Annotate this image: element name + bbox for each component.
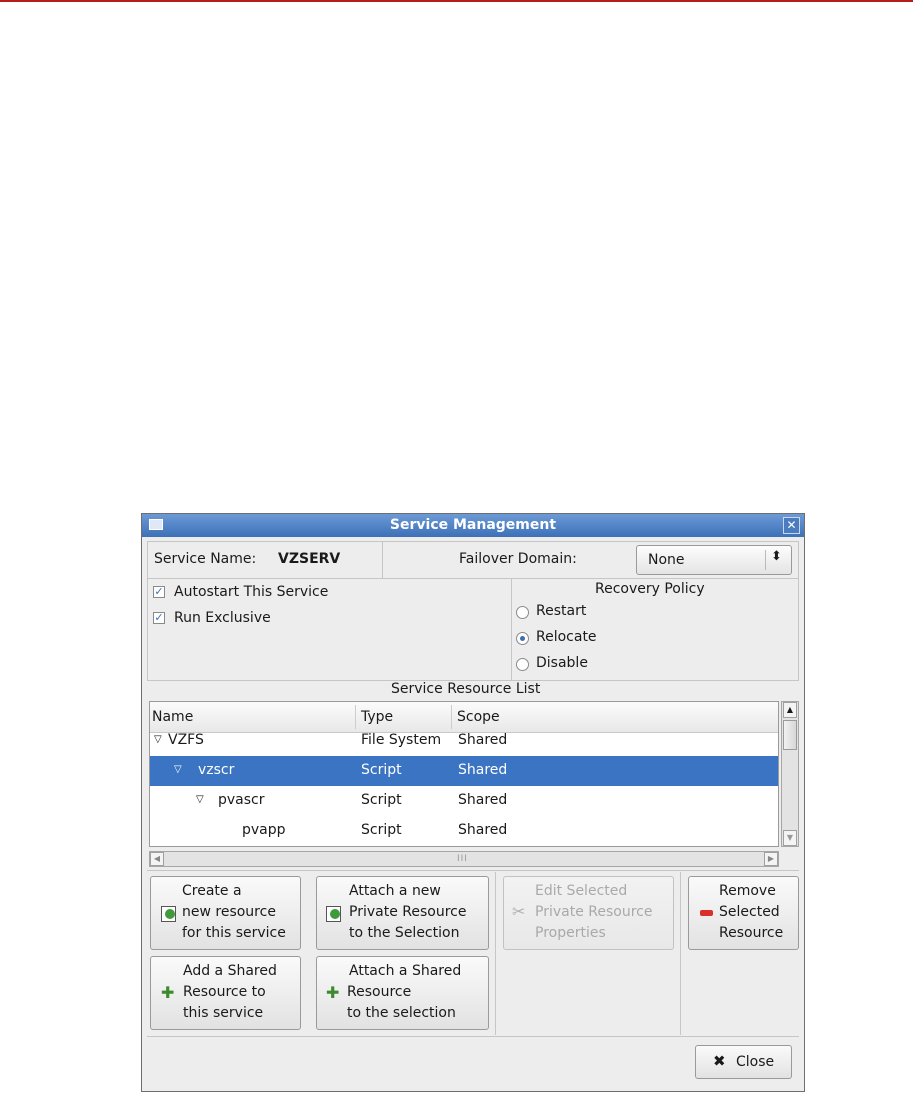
expander-down-icon[interactable]: ▽ [196, 794, 204, 805]
resource-list-title: Service Resource List [391, 681, 541, 697]
tree-row-pvapp[interactable]: pvapp Script Shared [150, 816, 778, 846]
divider [495, 872, 496, 1035]
button-label-line: this service [183, 1005, 264, 1021]
relocate-radio[interactable] [516, 632, 529, 645]
button-label-line: Properties [535, 925, 606, 941]
attach-private-resource-button[interactable]: Attach a new Private Resource to the Sel… [316, 876, 489, 950]
horizontal-scrollbar[interactable]: ◀ III ▶ [149, 851, 779, 867]
combo-separator [765, 550, 766, 570]
tree-row-pvascr[interactable]: ▽ pvascr Script Shared [150, 786, 778, 816]
scroll-right-arrow-icon[interactable]: ▶ [764, 852, 778, 866]
recovery-policy-title: Recovery Policy [595, 581, 705, 597]
button-label-line: Attach a Shared [349, 963, 462, 979]
row-name: pvascr [218, 792, 265, 808]
create-new-resource-button[interactable]: Create a new resource for this service [150, 876, 301, 950]
button-label-line: Edit Selected [535, 883, 628, 899]
window-close-icon[interactable]: ✕ [783, 517, 800, 534]
button-label-line: Remove [719, 883, 776, 899]
button-label-line: Resource to [183, 984, 266, 1000]
divider [147, 1036, 799, 1037]
green-plus-icon: ✚ [161, 983, 175, 1002]
button-label-line: Attach a new [349, 883, 441, 899]
button-label-line: Private Resource [535, 904, 653, 920]
close-x-icon: ✖ [713, 1052, 726, 1070]
edit-selected-button[interactable]: ✂ Edit Selected Private Resource Propert… [503, 876, 674, 950]
remove-selected-button[interactable]: Remove Selected Resource [688, 876, 799, 950]
green-plus-icon: ✚ [326, 983, 340, 1002]
button-label-line: for this service [182, 925, 286, 941]
button-label-line: new resource [182, 904, 276, 920]
row-scope: Shared [458, 732, 508, 748]
button-label-line: Resource [347, 984, 412, 1000]
divider [680, 872, 681, 1035]
service-management-dialog: Service Management ✕ Service Name: VZSER… [141, 513, 805, 1092]
run-exclusive-checkbox[interactable]: ✓ [153, 612, 165, 624]
scroll-grip: III [457, 854, 468, 864]
column-header-scope[interactable]: Scope [457, 709, 500, 725]
page-top-rule [0, 0, 913, 2]
row-type: File System [361, 732, 442, 748]
row-type: Script [361, 762, 402, 778]
new-resource-icon [161, 906, 176, 922]
service-name-label: Service Name: [154, 551, 257, 567]
red-minus-icon [700, 910, 713, 916]
updown-arrows-icon: ⬍ [771, 549, 782, 564]
button-label-line: Add a Shared [183, 963, 277, 979]
disable-radio[interactable] [516, 658, 529, 671]
window-title: Service Management [389, 517, 557, 533]
scroll-thumb[interactable] [783, 720, 797, 750]
title-bar[interactable]: Service Management ✕ [142, 514, 804, 537]
tools-icon: ✂ [512, 902, 526, 921]
service-name-panel: Service Name: VZSERV [147, 541, 383, 579]
close-button-label: Close [736, 1054, 775, 1070]
resource-tree[interactable]: Name Type Scope ▽ VZFS File System Share… [149, 701, 779, 847]
tree-row-vzfs[interactable]: ▽ VZFS File System Shared [150, 726, 778, 756]
row-name: VZFS [168, 732, 204, 748]
row-scope: Shared [458, 792, 508, 808]
button-label-line: to the selection [347, 1005, 456, 1021]
button-label-line: to the Selection [349, 925, 460, 941]
close-button[interactable]: ✖ Close [695, 1045, 792, 1079]
scroll-down-arrow-icon[interactable]: ▼ [783, 830, 797, 846]
failover-domain-select[interactable]: None ⬍ [636, 545, 792, 575]
tree-row-vzscr[interactable]: ▽ vzscr Script Shared [150, 756, 778, 786]
service-name-value: VZSERV [278, 551, 341, 567]
vertical-scrollbar[interactable]: ▲ ▼ [781, 701, 799, 847]
restart-radio[interactable] [516, 606, 529, 619]
failover-domain-label: Failover Domain: [459, 551, 577, 567]
scroll-up-arrow-icon[interactable]: ▲ [783, 702, 797, 718]
add-shared-resource-button[interactable]: ✚ Add a Shared Resource to this service [150, 956, 301, 1030]
restart-label[interactable]: Restart [536, 603, 586, 619]
button-label-line: Private Resource [349, 904, 467, 920]
row-name: vzscr [198, 762, 235, 778]
autostart-checkbox[interactable]: ✓ [153, 586, 165, 598]
scroll-left-arrow-icon[interactable]: ◀ [150, 852, 164, 866]
row-type: Script [361, 822, 402, 838]
column-header-name[interactable]: Name [152, 709, 193, 725]
row-scope: Shared [458, 762, 508, 778]
button-label-line: Resource [719, 925, 784, 941]
relocate-label[interactable]: Relocate [536, 629, 597, 645]
run-exclusive-label[interactable]: Run Exclusive [174, 610, 271, 626]
expander-down-icon[interactable]: ▽ [174, 764, 182, 775]
failover-domain-value: None [648, 552, 685, 568]
autostart-label[interactable]: Autostart This Service [174, 584, 328, 600]
row-type: Script [361, 792, 402, 808]
row-scope: Shared [458, 822, 508, 838]
button-label-line: Selected [719, 904, 780, 920]
expander-down-icon[interactable]: ▽ [154, 734, 162, 745]
new-resource-icon [326, 906, 341, 922]
row-name: pvapp [242, 822, 286, 838]
disable-label[interactable]: Disable [536, 655, 588, 671]
attach-shared-resource-button[interactable]: ✚ Attach a Shared Resource to the select… [316, 956, 489, 1030]
divider [147, 870, 799, 871]
column-header-type[interactable]: Type [361, 709, 393, 725]
button-label-line: Create a [182, 883, 242, 899]
